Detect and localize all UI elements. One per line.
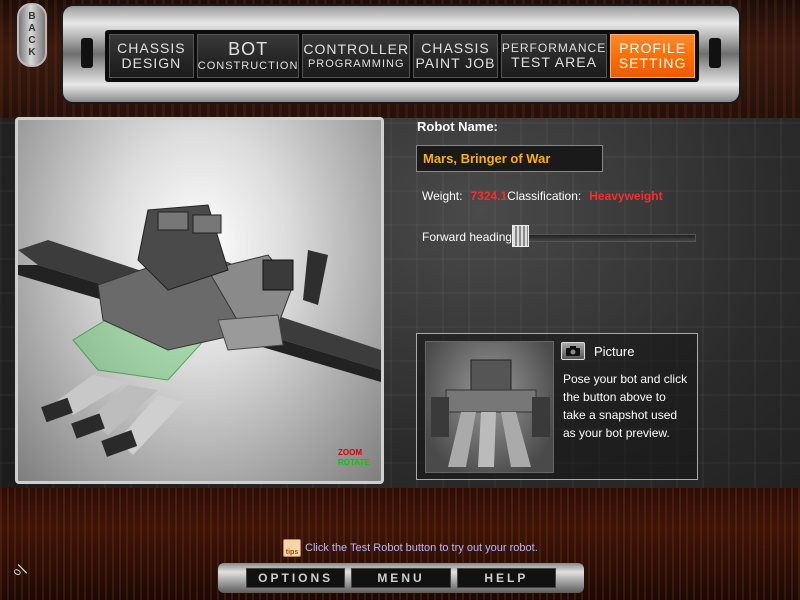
weight-classification-row: Weight: 7324.1 Classification: Heavyweig… (422, 189, 663, 203)
options-button[interactable]: OPTIONS (246, 568, 346, 588)
forward-heading-slider-thumb[interactable] (512, 225, 529, 247)
tab-line2: SETTING (618, 55, 687, 71)
nav-frame: CHASSIS DESIGN BOT CONSTRUCTION CONTROLL… (63, 6, 739, 102)
tab-chassis-paint-job[interactable]: CHASSIS PAINT JOB (413, 34, 498, 78)
tab-profile-setting[interactable]: PROFILE SETTING (610, 34, 695, 78)
weight-value: 7324.1 (470, 189, 508, 203)
tips-icon: tips (283, 539, 301, 557)
back-button[interactable]: BACK (17, 3, 47, 67)
tip-text: Click the Test Robot button to try out y… (305, 542, 538, 554)
tab-line1: PROFILE (619, 39, 687, 56)
tab-line1: CHASSIS (421, 39, 490, 56)
rotate-label: ROTATE (338, 458, 370, 467)
forward-heading-slider[interactable] (511, 234, 696, 242)
tab-line2: TEST AREA (511, 53, 597, 70)
weight-label: Weight: (422, 189, 463, 203)
classification-label: Classification: (507, 189, 582, 203)
camera-icon (566, 346, 580, 356)
picture-description: Pose your bot and click the button above… (563, 372, 688, 440)
tips-icon-label: tips (285, 549, 299, 556)
tip-bar: tips Click the Test Robot button to try … (283, 539, 538, 557)
help-button[interactable]: HELP (456, 568, 556, 588)
tab-line1: CHASSIS (117, 39, 186, 56)
tab-bot-construction[interactable]: BOT CONSTRUCTION (196, 34, 300, 78)
tab-line1: BOT (228, 39, 269, 60)
back-button-label: BACK (26, 11, 38, 59)
tab-performance-test-area[interactable]: PERFORMANCE TEST AREA (500, 34, 608, 78)
robot-3d-viewport[interactable]: ZOOM ROTATE (15, 117, 384, 484)
preview-render (431, 359, 550, 467)
tab-line2: PROGRAMMING (307, 57, 405, 70)
zoom-rotate-control[interactable]: ZOOM ROTATE (338, 448, 370, 468)
tab-controller-programming[interactable]: CONTROLLER PROGRAMMING (302, 34, 411, 78)
robot-name-label: Robot Name: (417, 119, 498, 134)
robot-model-render (18, 204, 381, 457)
zoom-label: ZOOM (338, 448, 362, 457)
menu-button[interactable]: MENU (351, 568, 451, 588)
tab-chassis-design[interactable]: CHASSIS DESIGN (109, 34, 194, 78)
tab-line2: DESIGN (121, 55, 182, 71)
forward-heading-label: Forward heading: (422, 230, 516, 244)
classification-value: Heavyweight (589, 189, 663, 203)
snapshot-camera-button[interactable] (561, 342, 585, 360)
tab-line1: PERFORMANCE (501, 40, 607, 55)
picture-title: Picture (594, 344, 635, 359)
bottom-menu-bar: OPTIONS MENU HELP (218, 563, 584, 593)
robot-preview-thumbnail (425, 341, 554, 473)
robot-name-input[interactable] (416, 145, 603, 172)
tab-line2: PAINT JOB (415, 55, 496, 71)
tab-line2: CONSTRUCTION (197, 59, 299, 72)
tab-line1: CONTROLLER (303, 41, 410, 58)
nav-tabs: CHASSIS DESIGN BOT CONSTRUCTION CONTROLL… (105, 30, 699, 82)
